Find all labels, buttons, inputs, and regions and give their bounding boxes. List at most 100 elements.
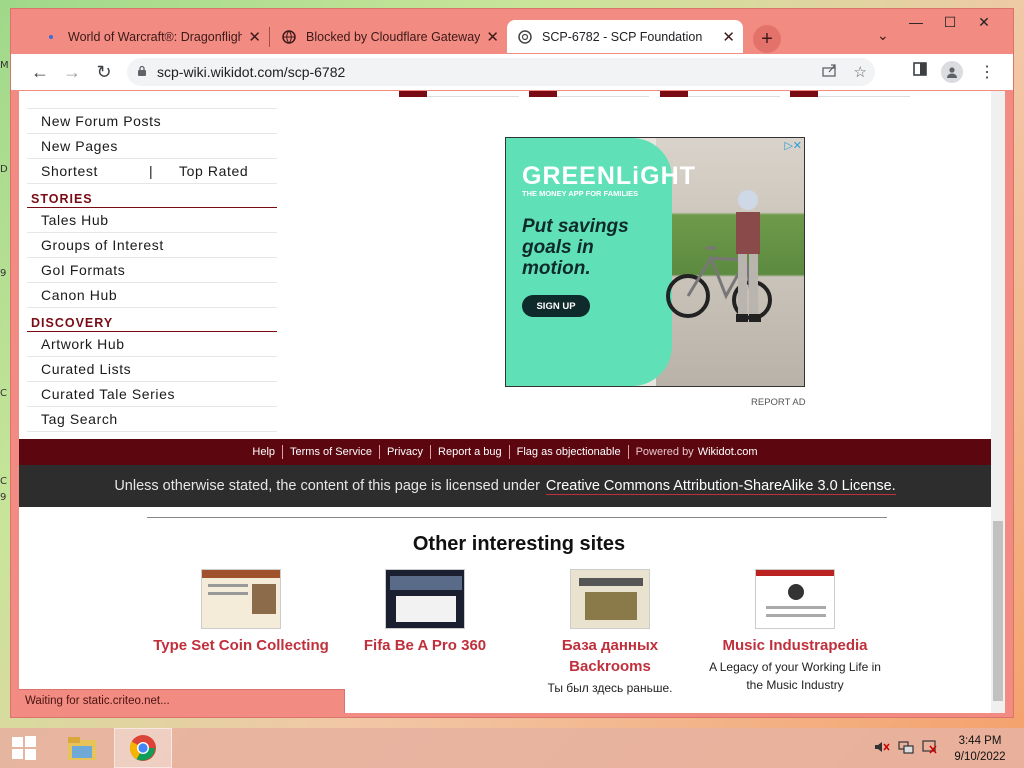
side-panel-icon[interactable]	[913, 62, 927, 81]
share-icon[interactable]	[821, 63, 838, 81]
scrollbar-thumb[interactable]	[993, 521, 1003, 701]
new-tab-button[interactable]: +	[753, 25, 781, 53]
advertisement[interactable]: GREENLiGHT THE MONEY APP FOR FAMILIES Pu…	[505, 137, 805, 387]
top-tab-stub	[790, 91, 910, 97]
network-icon[interactable]	[898, 740, 914, 757]
site-name[interactable]: Fifa Be A Pro 360	[335, 635, 515, 656]
site-card[interactable]: Type Set Coin Collecting	[151, 569, 331, 656]
site-card[interactable]: База данных Backrooms Ты был здесь раньш…	[520, 569, 700, 697]
sidebar-item-cutoff[interactable]	[27, 91, 277, 109]
site-thumbnail[interactable]	[201, 569, 281, 629]
ad-tagline: THE MONEY APP FOR FAMILIES	[522, 189, 639, 198]
ad-signup-button[interactable]: SIGN UP	[522, 295, 590, 317]
footer-link-privacy[interactable]: Privacy	[387, 446, 423, 458]
system-clock[interactable]: 3:44 PM 9/10/2022	[950, 733, 1010, 765]
site-name[interactable]: Music Industrapedia	[705, 635, 885, 656]
chevron-down-icon[interactable]: ⌄	[877, 27, 889, 44]
site-card[interactable]: Music Industrapedia A Legacy of your Wor…	[705, 569, 885, 694]
site-thumbnail[interactable]	[570, 569, 650, 629]
site-name[interactable]: Type Set Coin Collecting	[151, 635, 331, 656]
profile-avatar-icon[interactable]	[941, 61, 963, 83]
site-thumbnail[interactable]	[385, 569, 465, 629]
action-center-icon[interactable]	[922, 740, 938, 757]
footer-separator	[627, 445, 629, 459]
globe-icon	[281, 29, 297, 45]
bookmark-star-icon[interactable]: ☆	[854, 63, 867, 81]
sidebar-item-tales-hub[interactable]: Tales Hub	[27, 208, 277, 233]
sidebar-item-curated-tale-series[interactable]: Curated Tale Series	[27, 382, 277, 407]
forward-button[interactable]: →	[59, 60, 85, 84]
sidebar-item-artwork-hub[interactable]: Artwork Hub	[27, 332, 277, 357]
site-card[interactable]: Fifa Be A Pro 360	[335, 569, 515, 656]
sidebar-item-new-forum-posts[interactable]: New Forum Posts	[27, 109, 277, 134]
footer-separator	[282, 445, 284, 459]
footer-separator	[508, 445, 510, 459]
top-tab-stub	[660, 91, 780, 97]
tab-title: Blocked by Cloudflare Gateway	[306, 29, 480, 44]
other-sites-heading: Other interesting sites	[412, 533, 626, 555]
status-bar: Waiting for static.criteo.net...	[19, 689, 345, 713]
close-window-button[interactable]: ✕	[967, 9, 1001, 35]
maximize-button[interactable]: ☐	[933, 9, 967, 35]
sidebar-item-tag-search[interactable]: Tag Search	[27, 407, 277, 432]
site-thumbnail[interactable]	[755, 569, 835, 629]
taskbar: 3:44 PM 9/10/2022	[0, 728, 1024, 768]
sidebar-heading-discovery: DISCOVERY	[27, 308, 277, 332]
tab-title: World of Warcraft®: Dragonflight	[68, 29, 242, 44]
minimize-button[interactable]: —	[899, 9, 933, 35]
sidebar-separator: |	[149, 163, 154, 179]
close-icon[interactable]: ✕	[486, 28, 499, 46]
address-bar[interactable]: scp-wiki.wikidot.com/scp-6782 ☆	[127, 58, 875, 86]
url-text[interactable]: scp-wiki.wikidot.com/scp-6782	[157, 64, 345, 80]
divider	[147, 517, 887, 518]
sidebar-menu: New Forum Posts New Pages Shortest | Top…	[27, 91, 277, 432]
page-viewport: New Forum Posts New Pages Shortest | Top…	[19, 91, 991, 713]
ad-headline: Put savings goals in motion.	[522, 216, 629, 279]
back-button[interactable]: ←	[27, 60, 53, 84]
windows-logo-icon	[12, 736, 36, 760]
license-link[interactable]: Creative Commons Attribution-ShareAlike …	[545, 478, 896, 495]
reload-button[interactable]: ↻	[91, 60, 117, 84]
sidebar-item-top-rated[interactable]: Top Rated	[179, 159, 248, 183]
tab-cloudflare[interactable]: Blocked by Cloudflare Gateway ✕	[271, 20, 507, 53]
license-bar: Unless otherwise stated, the content of …	[19, 465, 991, 507]
adchoices-icon[interactable]: ▷✕	[784, 139, 802, 152]
start-button[interactable]	[4, 728, 44, 768]
vertical-scrollbar[interactable]	[991, 91, 1005, 713]
footer-link-terms[interactable]: Terms of Service	[290, 446, 372, 458]
chrome-taskbar-button[interactable]	[114, 728, 172, 768]
close-icon[interactable]: ✕	[722, 28, 735, 46]
close-icon[interactable]: ✕	[248, 28, 261, 46]
sidebar-item-shortest[interactable]: Shortest	[41, 159, 149, 183]
browser-window: World of Warcraft®: Dragonflight ✕ Block…	[10, 8, 1014, 718]
footer-links: Help Terms of Service Privacy Report a b…	[19, 439, 991, 465]
folder-icon	[68, 737, 96, 760]
site-name[interactable]: База данных Backrooms	[520, 635, 700, 677]
site-description: A Legacy of your Working Life in the Mus…	[709, 660, 881, 692]
wikidot-link[interactable]: Wikidot.com	[698, 446, 758, 458]
license-text: Unless otherwise stated, the content of …	[114, 478, 540, 494]
sidebar-item-new-pages[interactable]: New Pages	[27, 134, 277, 159]
desktop-icon-fragment: 9	[0, 492, 7, 503]
clock-time: 3:44 PM	[958, 735, 1002, 747]
top-tab-stub	[529, 91, 649, 97]
footer-separator	[430, 445, 432, 459]
lock-icon[interactable]	[127, 65, 157, 80]
scp-icon	[517, 29, 533, 45]
sidebar-item-groups-of-interest[interactable]: Groups of Interest	[27, 233, 277, 258]
tab-scp[interactable]: SCP-6782 - SCP Foundation ✕	[507, 20, 743, 53]
report-ad-link[interactable]: REPORT AD	[751, 397, 806, 408]
sidebar-item-curated-lists[interactable]: Curated Lists	[27, 357, 277, 382]
desktop-icon-fragment: M	[0, 60, 9, 71]
volume-muted-icon[interactable]	[874, 740, 890, 757]
footer-link-help[interactable]: Help	[252, 446, 275, 458]
tab-wow[interactable]: World of Warcraft®: Dragonflight ✕	[33, 20, 269, 53]
clock-date: 9/10/2022	[954, 751, 1006, 763]
file-explorer-button[interactable]	[58, 728, 106, 768]
sidebar-item-goi-formats[interactable]: GoI Formats	[27, 258, 277, 283]
footer-link-report-bug[interactable]: Report a bug	[438, 446, 502, 458]
menu-dots-icon[interactable]: ⋮	[979, 62, 995, 82]
site-description: Ты был здесь раньше.	[547, 681, 673, 695]
sidebar-item-canon-hub[interactable]: Canon Hub	[27, 283, 277, 308]
footer-link-flag[interactable]: Flag as objectionable	[517, 446, 621, 458]
